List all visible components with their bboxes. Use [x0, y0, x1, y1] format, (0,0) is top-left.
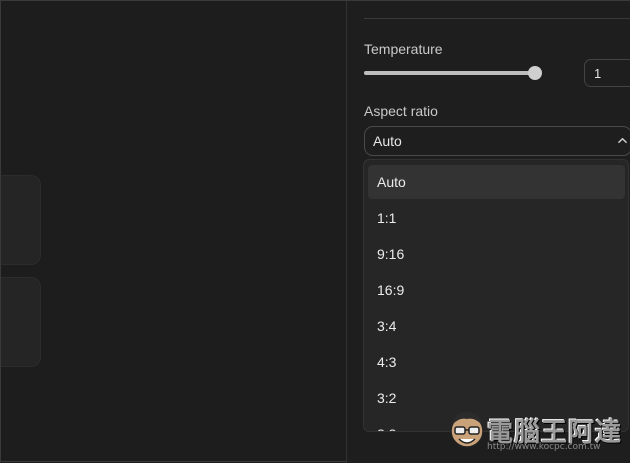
temperature-label: Temperature — [364, 41, 443, 57]
panel-divider — [364, 18, 630, 19]
dropdown-option-1-1[interactable]: 1:1 — [368, 201, 625, 235]
dropdown-option-4-3[interactable]: 4:3 — [368, 345, 625, 379]
temperature-input[interactable]: 1 — [584, 59, 630, 87]
chevron-up-icon — [618, 137, 627, 144]
aspect-ratio-select[interactable]: Auto — [364, 126, 630, 156]
temperature-slider-fill — [364, 71, 535, 75]
dropdown-option-9-16[interactable]: 9:16 — [368, 237, 625, 271]
content-card[interactable] — [1, 277, 41, 367]
watermark-url: http://www.kocpc.com.tw — [487, 442, 601, 452]
temperature-slider[interactable] — [364, 66, 542, 80]
app-frame: Temperature 1 Aspect ratio Auto Auto 1:1… — [0, 0, 630, 463]
aspect-ratio-label: Aspect ratio — [364, 103, 438, 119]
dropdown-option-16-9[interactable]: 16:9 — [368, 273, 625, 307]
dropdown-option-3-4[interactable]: 3:4 — [368, 309, 625, 343]
temperature-slider-thumb[interactable] — [528, 66, 542, 80]
aspect-ratio-dropdown: Auto 1:1 9:16 16:9 3:4 4:3 3:2 2:3 — [363, 159, 629, 432]
watermark: 電腦王阿達 http://www.kocpc.com.tw — [447, 405, 627, 457]
mascot-face-icon — [450, 411, 484, 448]
dropdown-option-auto[interactable]: Auto — [368, 165, 625, 199]
content-card[interactable] — [1, 175, 41, 265]
aspect-ratio-selected-value: Auto — [373, 133, 402, 149]
